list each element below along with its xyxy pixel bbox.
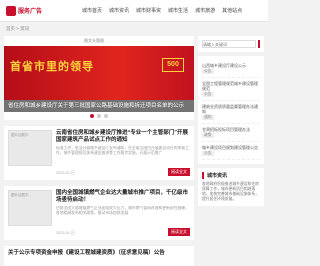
- banner-headline: 首省市里的领导: [10, 61, 94, 73]
- sidebar-item-tag: 公告: [202, 69, 214, 74]
- sidebar-item-tag: 通知: [202, 115, 214, 120]
- sidebar-list-item[interactable]: 山西城乡建设厅建设公示 公告: [202, 60, 260, 78]
- banner-slider[interactable]: 图文头版图 首省市里的领导 500 省住房和城乡建设厅关于第三批国家公路基础设施…: [4, 36, 194, 120]
- sidebar-list-item[interactable]: 建筑业资质质量监督管理办法通知 通知: [202, 101, 260, 124]
- sidebar-item-text[interactable]: 甘肃招标投标项目管理办法: [202, 127, 260, 132]
- nav-item-travel[interactable]: 城市旅游: [195, 7, 215, 14]
- sidebar-item-text[interactable]: 城乡建设项目规划建设管理公告: [202, 145, 260, 150]
- article-summary: 目前全国大量城镇燃气企业面临较大压力，城市燃气管网改造和更新迫在眉睫，各地相继发…: [56, 206, 189, 216]
- main-nav: 城市首页 城市资讯 城市财事资 城市生活 城市旅游 其他站点: [82, 7, 242, 14]
- site-logo[interactable]: 服务广告: [6, 5, 66, 16]
- list-item[interactable]: 关于公示专项资金申报《建设工程城建资质》（征求意见稿）公告: [4, 246, 194, 266]
- sidebar-item-tag: 政策: [202, 133, 214, 138]
- article-thumbnail[interactable]: 图片加载中: [8, 130, 52, 166]
- banner-badge: 500: [162, 58, 184, 72]
- sidebar-info-box: 城市资讯 各地政府积极推进城乡建设和住房保障工作，城市更新项目相继落地，加快完善…: [198, 168, 264, 206]
- sidebar-list-item[interactable]: 甘肃招标投标项目管理办法 政策: [202, 124, 260, 142]
- sidebar-item-text[interactable]: 山西城乡建设厅建设公示: [202, 63, 260, 68]
- list-item[interactable]: 图片加载中 云南省住房和城乡建设厅推进“专业一个主管部门”开展国家建筑产品试点工…: [4, 126, 194, 180]
- read-more-button[interactable]: 阅读全文: [168, 228, 190, 236]
- sidebar-item-text[interactable]: 全国工程管理规范城乡建设管理规范: [202, 81, 260, 91]
- sidebar-item-tag: 公告: [202, 151, 214, 156]
- nav-item-other[interactable]: 其他站点: [222, 7, 242, 14]
- sidebar-item-tag: 公告: [202, 92, 214, 97]
- top-bar: 服务广告 城市首页 城市资讯 城市财事资 城市生活 城市旅游 其他站点: [0, 0, 268, 22]
- list-item[interactable]: 图片加载中 国内全国城镇燃气企业达大量城市推广项目，千亿级市场亟待启动！ 目前全…: [4, 186, 194, 240]
- sidebar-list-item[interactable]: 城乡建设项目规划建设管理公告 公告: [202, 142, 260, 160]
- slider-dot[interactable]: [97, 114, 101, 118]
- sidebar-list: 山西城乡建设厅建设公示 公告 全国工程管理规范城乡建设管理规范 公告 建筑业资质…: [198, 56, 264, 164]
- slider-dot[interactable]: [104, 114, 108, 118]
- nav-item-life[interactable]: 城市生活: [168, 7, 188, 14]
- nav-item-home[interactable]: 城市首页: [82, 7, 102, 14]
- sidebar-list-item[interactable]: 全国工程管理规范城乡建设管理规范 公告: [202, 78, 260, 101]
- slider-dot-active[interactable]: [90, 114, 94, 118]
- article-thumbnail[interactable]: 图片加载中: [8, 190, 52, 226]
- article-title[interactable]: 云南省住房和城乡建设厅推进“专业一个主管部门”开展国家建筑产品试点工作的通知: [56, 130, 190, 144]
- slider-dots: [4, 114, 194, 118]
- logo-mark-icon: [6, 5, 16, 16]
- article-title[interactable]: 国内全国城镇燃气企业达大量城市推广项目，千亿级市场亟待启动！: [56, 190, 190, 204]
- read-more-button[interactable]: 阅读全文: [168, 168, 190, 176]
- banner-alt-text: 图文头版图: [84, 38, 104, 43]
- logo-text: 服务广告: [18, 9, 43, 15]
- sidebar: 山西城乡建设厅建设公示 公告 全国工程管理规范城乡建设管理规范 公告 建筑业资质…: [198, 36, 264, 266]
- article-summary: 标准工作，依法开展城乡建设厅发布通知，在全省范围内开展建设项目的申报工作，城乡管…: [56, 146, 189, 156]
- banner-caption[interactable]: 省住房和城乡建设厅关于第三批国家公路基础设施和拆迁项目名单的公示: [4, 100, 194, 112]
- article-title[interactable]: 关于公示专项资金申报《建设工程城建资质》（征求意见稿）公告: [8, 250, 190, 257]
- banner-image[interactable]: 首省市里的领导 500: [4, 46, 194, 100]
- breadcrumb[interactable]: 首页 > 资讯: [0, 22, 268, 36]
- search-input[interactable]: [202, 40, 256, 48]
- article-date: 2023-01 日: [56, 231, 75, 235]
- nav-item-news[interactable]: 城市资讯: [109, 7, 129, 14]
- nav-item-finance[interactable]: 城市财事资: [136, 7, 161, 14]
- sidebar-box-title: 城市资讯: [202, 172, 260, 179]
- article-date: 2023-01 日: [56, 171, 75, 175]
- main-column: 图文头版图 首省市里的领导 500 省住房和城乡建设厅关于第三批国家公路基础设施…: [4, 36, 194, 266]
- search-button[interactable]: [258, 40, 260, 48]
- sidebar-search: [198, 36, 264, 52]
- sidebar-box-text: 各地政府积极推进城乡建设和住房保障工作，城市更新项目相继落地，加快完善城市基础设…: [202, 182, 259, 201]
- sidebar-item-text[interactable]: 建筑业资质质量监督管理办法通知: [202, 104, 260, 114]
